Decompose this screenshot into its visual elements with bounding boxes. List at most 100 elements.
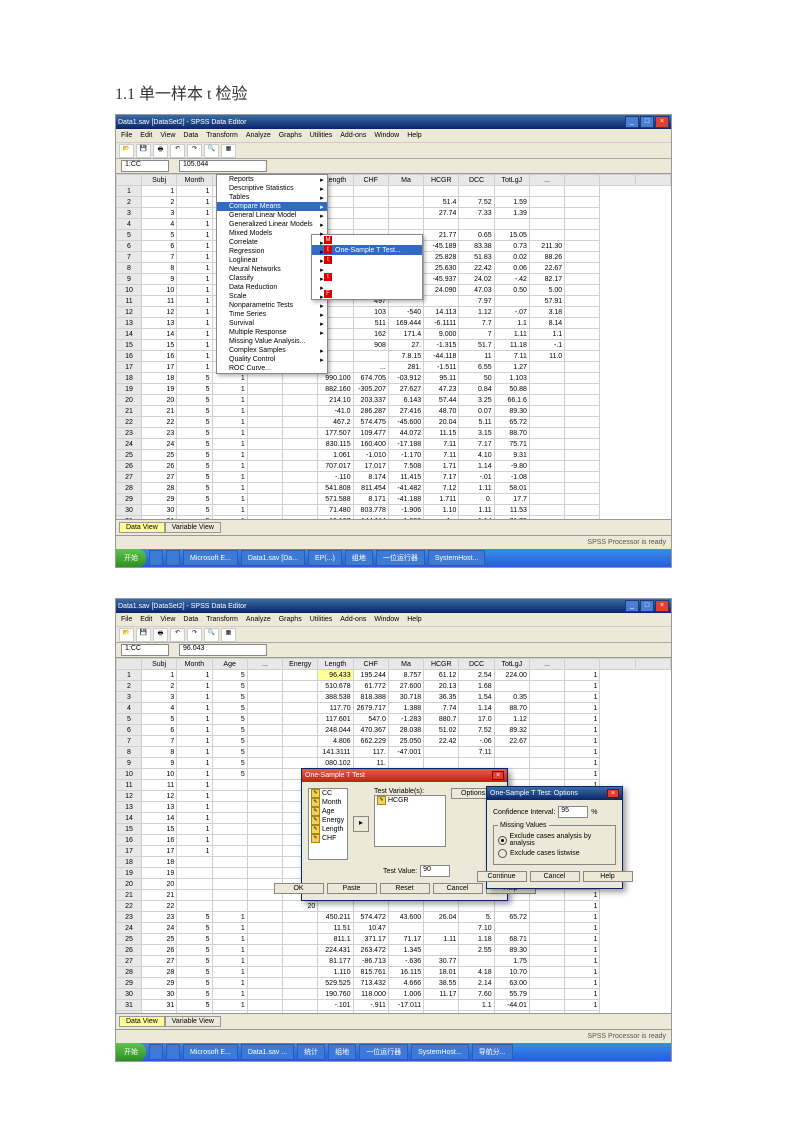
cell[interactable]: 1 (212, 406, 247, 417)
taskbar-item[interactable]: Microsoft E... (183, 550, 238, 566)
cell[interactable] (283, 505, 318, 516)
cell[interactable]: 1 (177, 780, 212, 791)
cell[interactable]: -9.80 (494, 461, 529, 472)
cell[interactable] (212, 835, 247, 846)
cell[interactable] (529, 956, 564, 967)
row-header[interactable]: 17 (117, 362, 142, 373)
cell[interactable] (283, 989, 318, 1000)
cell[interactable]: 7.97 (459, 296, 494, 307)
cell[interactable]: 31 (142, 1000, 177, 1011)
cell[interactable]: 10.70 (494, 967, 529, 978)
row-header[interactable]: 32 (117, 1011, 142, 1014)
cell[interactable]: 24.090 (424, 285, 459, 296)
cell[interactable] (529, 670, 564, 681)
cell[interactable] (494, 296, 529, 307)
cell[interactable] (529, 703, 564, 714)
cell[interactable] (494, 923, 529, 934)
cell[interactable]: 20 (142, 879, 177, 890)
data-grid[interactable]: SubjMonthAge...EnergyLengthCHFMaHCGRDCCT… (116, 174, 671, 519)
cell[interactable] (565, 505, 600, 516)
row-header[interactable]: 23 (117, 912, 142, 923)
tab-variable-view[interactable]: Variable View (165, 1016, 221, 1027)
cell[interactable]: 23 (142, 912, 177, 923)
cell[interactable] (247, 978, 282, 989)
cell[interactable] (177, 890, 212, 901)
cell[interactable]: 21.77 (424, 230, 459, 241)
menu-item[interactable]: Compare MeansMMeans...tOne-Sample T Test… (217, 202, 327, 211)
cell[interactable] (529, 736, 564, 747)
cell[interactable] (529, 219, 564, 230)
cell[interactable]: 71.70 (494, 516, 529, 520)
cell[interactable]: -44.118 (424, 351, 459, 362)
cell[interactable] (247, 670, 282, 681)
cell[interactable]: 4.806 (318, 736, 353, 747)
cell[interactable]: 13 (142, 318, 177, 329)
cell[interactable]: 5 (177, 1011, 212, 1014)
menu-item[interactable]: Regression (217, 247, 327, 256)
cell[interactable] (459, 758, 494, 769)
menu-data[interactable]: Data (183, 132, 198, 139)
cell[interactable]: 12 (142, 791, 177, 802)
open-icon[interactable]: 📂 (119, 628, 134, 642)
cell[interactable]: 5 (177, 461, 212, 472)
minimize-icon[interactable]: _ (625, 116, 639, 128)
cell[interactable]: 470.367 (353, 725, 388, 736)
cell[interactable]: 1 (565, 670, 600, 681)
cell[interactable]: 30.77 (424, 956, 459, 967)
cell[interactable]: 4.10 (459, 450, 494, 461)
cell[interactable]: 1 (565, 703, 600, 714)
cell[interactable]: -17.011 (388, 1000, 423, 1011)
menu-transform[interactable]: Transform (206, 616, 238, 623)
cell[interactable]: 1 (212, 978, 247, 989)
cell[interactable]: 0.50 (494, 285, 529, 296)
cell[interactable]: 27. (388, 340, 423, 351)
cell[interactable]: 11.53 (494, 505, 529, 516)
cell[interactable]: 7.508 (388, 461, 423, 472)
cell[interactable]: 1.11 (494, 329, 529, 340)
row-header[interactable]: 14 (117, 329, 142, 340)
cell[interactable]: 27.74 (424, 208, 459, 219)
cell[interactable]: 22.67 (529, 263, 564, 274)
col-header[interactable] (565, 659, 600, 670)
cell[interactable]: 1.18 (459, 1011, 494, 1014)
cell[interactable]: 5 (177, 417, 212, 428)
cell[interactable]: 11.51 (318, 923, 353, 934)
cell[interactable]: -47.001 (388, 747, 423, 758)
start-button[interactable]: 开始 (116, 549, 146, 567)
row-header[interactable]: 7 (117, 736, 142, 747)
cell[interactable] (247, 505, 282, 516)
cell[interactable]: 388.538 (318, 692, 353, 703)
cell[interactable]: -30.653 (388, 1011, 423, 1014)
cell[interactable] (212, 813, 247, 824)
cell[interactable]: 1 (565, 681, 600, 692)
cell[interactable] (212, 791, 247, 802)
cell[interactable]: 15 (142, 340, 177, 351)
cell[interactable] (212, 879, 247, 890)
cell[interactable]: 31 (142, 516, 177, 520)
cell[interactable]: 51.83 (459, 252, 494, 263)
cell[interactable]: 5 (142, 714, 177, 725)
menu-view[interactable]: View (160, 616, 175, 623)
cell[interactable]: 24 (142, 923, 177, 934)
row-header[interactable]: 15 (117, 824, 142, 835)
cell[interactable]: 571.588 (318, 494, 353, 505)
cell[interactable] (494, 747, 529, 758)
cell[interactable]: 511 (353, 318, 388, 329)
cell[interactable] (424, 923, 459, 934)
cell[interactable]: 50 (459, 373, 494, 384)
cell[interactable]: 1 (212, 945, 247, 956)
toolbar[interactable]: 📂 💾 🖶 ↶ ↷ 🔍 ▦ (116, 143, 671, 159)
cell[interactable]: 0.07 (459, 406, 494, 417)
cell[interactable] (565, 340, 600, 351)
ci-input[interactable]: 95 (558, 806, 588, 818)
cell[interactable]: 1 (565, 978, 600, 989)
cell[interactable]: 1 (177, 274, 212, 285)
cell[interactable]: 5 (142, 230, 177, 241)
cell[interactable] (529, 934, 564, 945)
cell[interactable] (283, 725, 318, 736)
cell[interactable]: 5 (212, 747, 247, 758)
print-icon[interactable]: 🖶 (153, 628, 168, 642)
cell[interactable]: 15.05 (494, 230, 529, 241)
cell[interactable]: 57.91 (529, 296, 564, 307)
cell[interactable] (565, 285, 600, 296)
